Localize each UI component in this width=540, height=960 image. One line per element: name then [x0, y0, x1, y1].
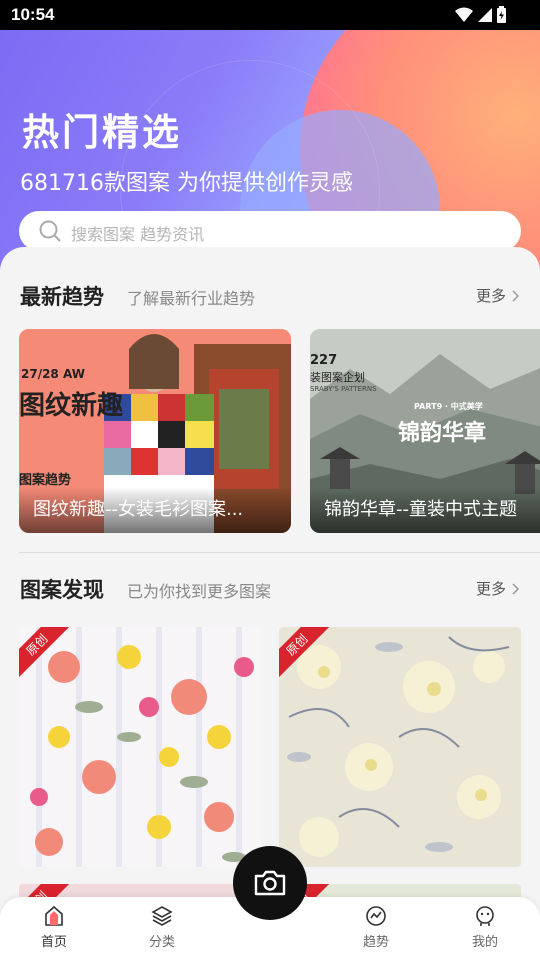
battery-icon	[497, 6, 506, 23]
nav-item-profile[interactable]: 我的	[455, 905, 515, 950]
original-badge-label: 原创	[23, 631, 51, 659]
camera-icon	[254, 870, 286, 896]
original-badge: 原创	[19, 627, 79, 687]
chevron-right-icon	[512, 582, 520, 595]
hero-title: 热门精选	[22, 111, 182, 154]
search-placeholder: 搜索图案 趋势资讯	[71, 225, 205, 244]
poster-part: PART9 · 中式美学	[414, 402, 483, 411]
wifi-icon	[455, 7, 473, 22]
trend-icon	[366, 906, 386, 926]
trends-more-label: 更多	[475, 287, 506, 305]
original-badge-label: 原创	[283, 631, 311, 659]
patterns-section-header: 图案发现 已为你找到更多图案 更多	[20, 574, 520, 604]
status-time: 10:54	[11, 5, 55, 24]
nav-item-category[interactable]: 分类	[132, 905, 192, 950]
trend-caption: 锦韵华章--童装中式主题	[324, 499, 517, 520]
nav-label: 我的	[471, 935, 498, 950]
trends-title: 最新趋势	[20, 285, 104, 309]
patterns-title: 图案发现	[20, 578, 104, 602]
home-icon	[45, 905, 63, 926]
trend-caption-bar: 图纹新趣--女装毛衫图案...	[19, 487, 291, 533]
nav-item-home[interactable]: 首页	[24, 905, 84, 950]
poster-mid: 装图案企划	[310, 371, 365, 384]
trend-caption: 图纹新趣--女装毛衫图案...	[33, 499, 244, 520]
trends-section-header: 最新趋势 了解最新行业趋势 更多	[20, 281, 520, 311]
trends-more-link[interactable]: 更多	[476, 285, 520, 306]
poster-tag: 27/28 AW	[21, 367, 85, 381]
nav-item-trend[interactable]: 趋势	[346, 905, 406, 950]
search-icon	[39, 220, 61, 242]
section-divider	[19, 552, 540, 553]
pattern-card[interactable]: 原创	[279, 627, 521, 867]
search-input[interactable]: 搜索图案 趋势资讯	[19, 211, 521, 251]
status-bar: 10:54	[0, 0, 540, 30]
poster-title: 图纹新趣	[19, 391, 124, 421]
nav-label: 首页	[40, 935, 67, 950]
hero-banner: 热门精选 681716款图案 为你提供创作灵感 搜索图案 趋势资讯	[0, 30, 540, 270]
signal-icon	[478, 7, 492, 22]
poster-top: 227	[310, 353, 338, 368]
trend-card[interactable]: 227 装图案企划 SRABY'S PATTERNS PART9 · 中式美学 …	[310, 329, 540, 533]
nav-label: 趋势	[362, 935, 389, 950]
patterns-more-link[interactable]: 更多	[476, 578, 520, 599]
layers-icon	[151, 906, 173, 926]
camera-button[interactable]	[233, 846, 307, 920]
trend-card[interactable]: 27/28 AW 图纹新趣 图案趋势 图纹新趣--女装毛衫图案...	[19, 329, 291, 533]
patterns-more-label: 更多	[475, 580, 506, 598]
trends-description: 了解最新行业趋势	[127, 289, 256, 308]
chevron-right-icon	[512, 289, 520, 302]
status-icons	[455, 6, 506, 23]
pattern-card[interactable]: 原创	[19, 627, 261, 867]
original-badge: 原创	[279, 627, 339, 687]
trend-caption-bar: 锦韵华章--童装中式主题	[310, 487, 540, 533]
hero-subtitle: 681716款图案 为你提供创作灵感	[20, 171, 353, 196]
patterns-description: 已为你找到更多图案	[127, 582, 272, 601]
poster-subtitle: 图案趋势	[19, 473, 72, 488]
poster-english: SRABY'S PATTERNS	[310, 385, 377, 393]
nav-label: 分类	[148, 935, 175, 950]
profile-icon	[476, 906, 494, 926]
poster-title: 锦韵华章	[398, 421, 487, 446]
